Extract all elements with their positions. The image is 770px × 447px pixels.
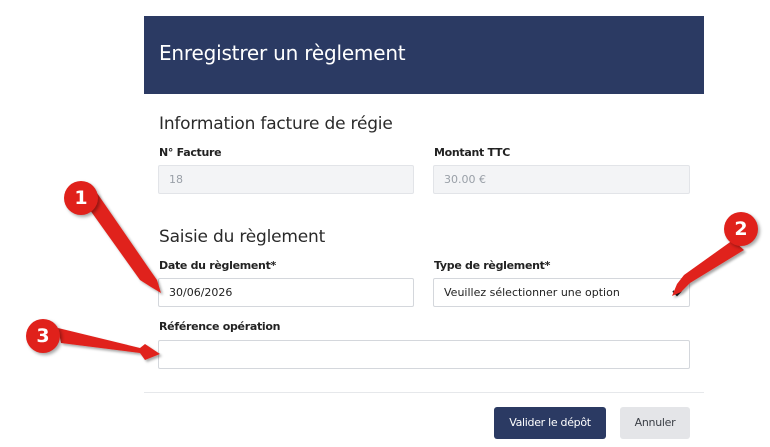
arrow-2 bbox=[672, 240, 744, 296]
arrow-1 bbox=[85, 193, 161, 293]
annotation-badge-1: 1 bbox=[64, 181, 98, 215]
annotation-arrows bbox=[58, 193, 744, 360]
arrow-3 bbox=[58, 328, 160, 360]
annotation-badge-2: 2 bbox=[724, 212, 758, 246]
annotation-badge-3: 3 bbox=[26, 319, 60, 353]
